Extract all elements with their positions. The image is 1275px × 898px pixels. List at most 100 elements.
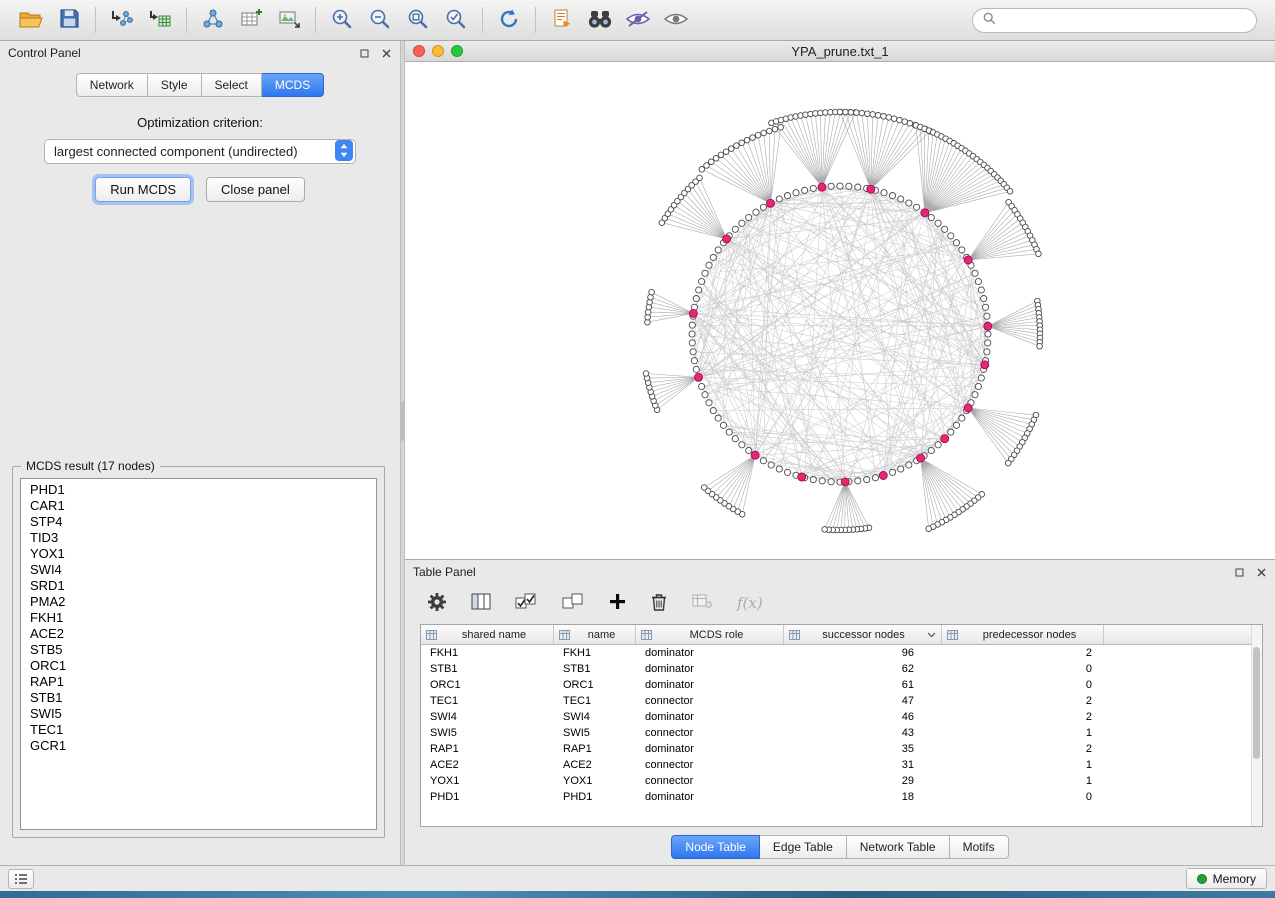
show-all-button[interactable]: [657, 4, 695, 36]
column-header-name[interactable]: name: [554, 625, 636, 644]
tab-network[interactable]: Network: [76, 73, 148, 97]
table-row[interactable]: FKH1FKH1dominator962: [421, 645, 1262, 661]
network-node[interactable]: [855, 478, 861, 484]
zoom-fit-button[interactable]: [399, 4, 437, 36]
network-node[interactable]: [715, 415, 721, 421]
table-row[interactable]: PHD1PHD1dominator180: [421, 789, 1262, 805]
network-node[interactable]: [772, 126, 778, 132]
tab-mcds[interactable]: MCDS: [262, 73, 324, 97]
network-node[interactable]: [981, 296, 987, 302]
network-node[interactable]: [875, 113, 881, 119]
refresh-layout-button[interactable]: [490, 4, 528, 36]
select-all-button[interactable]: [515, 593, 538, 613]
network-node[interactable]: [793, 190, 799, 196]
tab-select[interactable]: Select: [202, 73, 262, 97]
zoom-selected-button[interactable]: [437, 4, 475, 36]
mcds-result-item[interactable]: ORC1: [21, 658, 376, 674]
network-node[interactable]: [689, 340, 695, 346]
delete-row-button[interactable]: [650, 592, 668, 615]
network-node[interactable]: [865, 111, 871, 117]
mcds-dominator-node[interactable]: [921, 209, 929, 217]
network-node[interactable]: [975, 383, 981, 389]
close-table-panel-button[interactable]: [1255, 566, 1267, 578]
network-node[interactable]: [959, 247, 965, 253]
network-node[interactable]: [750, 135, 756, 141]
mcds-result-item[interactable]: STP4: [21, 514, 376, 530]
network-node[interactable]: [697, 175, 703, 181]
network-node[interactable]: [776, 466, 782, 472]
network-node[interactable]: [975, 278, 981, 284]
new-table-button[interactable]: [232, 4, 270, 36]
network-node[interactable]: [761, 130, 767, 136]
memory-button[interactable]: Memory: [1186, 868, 1267, 889]
network-node[interactable]: [846, 183, 852, 189]
run-mcds-button[interactable]: Run MCDS: [95, 177, 191, 202]
new-network-button[interactable]: [194, 4, 232, 36]
add-row-button[interactable]: [609, 593, 626, 613]
network-node[interactable]: [953, 422, 959, 428]
network-node[interactable]: [706, 262, 712, 268]
network-node[interactable]: [699, 383, 705, 389]
network-node[interactable]: [744, 137, 750, 143]
network-node[interactable]: [928, 214, 934, 220]
network-node[interactable]: [708, 159, 714, 165]
network-node[interactable]: [889, 469, 895, 475]
network-node[interactable]: [715, 247, 721, 253]
tab-edge-table[interactable]: Edge Table: [760, 835, 847, 859]
network-node[interactable]: [734, 143, 740, 149]
mcds-dominator-node[interactable]: [879, 472, 887, 480]
show-columns-button[interactable]: [471, 593, 491, 613]
mcds-result-item[interactable]: SWI4: [21, 562, 376, 578]
network-node[interactable]: [810, 477, 816, 483]
float-panel-button[interactable]: [358, 47, 370, 59]
network-node[interactable]: [935, 220, 941, 226]
network-node[interactable]: [702, 392, 708, 398]
network-node[interactable]: [760, 458, 766, 464]
network-node[interactable]: [723, 149, 729, 155]
network-node[interactable]: [984, 313, 990, 319]
mcds-dominator-node[interactable]: [964, 404, 972, 412]
network-node[interactable]: [983, 304, 989, 310]
network-node[interactable]: [784, 469, 790, 475]
save-session-button[interactable]: [50, 4, 88, 36]
network-graph[interactable]: [405, 62, 1275, 560]
network-canvas[interactable]: [405, 62, 1275, 559]
network-node[interactable]: [689, 322, 695, 328]
optimization-select[interactable]: largest connected component (undirected): [44, 139, 356, 164]
network-node[interactable]: [643, 371, 649, 377]
hide-selected-button[interactable]: [619, 4, 657, 36]
mcds-dominator-node[interactable]: [798, 473, 806, 481]
float-table-panel-button[interactable]: [1233, 566, 1245, 578]
mcds-result-item[interactable]: PMA2: [21, 594, 376, 610]
network-node[interactable]: [1036, 251, 1042, 257]
mcds-result-item[interactable]: FKH1: [21, 610, 376, 626]
splitter-grip[interactable]: [401, 401, 404, 441]
mcds-result-item[interactable]: SRD1: [21, 578, 376, 594]
network-node[interactable]: [898, 196, 904, 202]
table-row[interactable]: TEC1TEC1connector472: [421, 693, 1262, 709]
mcds-dominator-node[interactable]: [751, 451, 759, 459]
close-panel-icon-button[interactable]: [380, 47, 392, 59]
network-node[interactable]: [891, 116, 897, 122]
search-network-button[interactable]: [581, 4, 619, 36]
export-image-button[interactable]: [270, 4, 308, 36]
network-node[interactable]: [859, 110, 865, 116]
network-node[interactable]: [906, 462, 912, 468]
network-node[interactable]: [693, 296, 699, 302]
close-panel-button[interactable]: Close panel: [206, 177, 305, 202]
network-node[interactable]: [855, 184, 861, 190]
table-row[interactable]: RAP1RAP1dominator352: [421, 741, 1262, 757]
mcds-dominator-node[interactable]: [695, 373, 703, 381]
tab-node-table[interactable]: Node Table: [671, 835, 760, 859]
tab-motifs[interactable]: Motifs: [950, 835, 1009, 859]
network-node[interactable]: [768, 462, 774, 468]
network-node[interactable]: [881, 190, 887, 196]
network-window-titlebar[interactable]: YPA_prune.txt_1: [405, 41, 1275, 62]
network-node[interactable]: [978, 375, 984, 381]
network-node[interactable]: [953, 240, 959, 246]
network-node[interactable]: [848, 110, 854, 116]
network-node[interactable]: [713, 156, 719, 162]
network-node[interactable]: [985, 331, 991, 337]
network-node[interactable]: [928, 447, 934, 453]
network-node[interactable]: [690, 349, 696, 355]
